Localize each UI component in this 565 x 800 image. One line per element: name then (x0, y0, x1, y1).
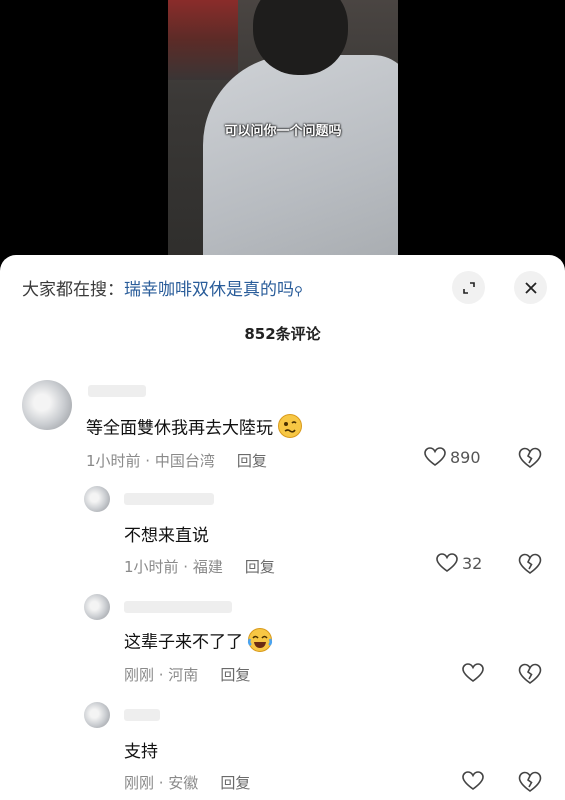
comment-text: 等全面雙休我再去大陸玩 (86, 413, 303, 444)
avatar[interactable] (84, 486, 110, 512)
heart-icon (424, 447, 446, 466)
comment-meta: 刚刚 · 河南 回复 (124, 664, 250, 685)
comment-meta: 1小时前 · 福建 回复 (124, 556, 275, 577)
comment-text-content: 等全面雙休我再去大陸玩 (86, 418, 273, 439)
like-button[interactable]: 32 (436, 553, 482, 573)
comment-time-location: 1小时前 · 福建 (124, 558, 223, 576)
crying-laughing-face-icon (247, 627, 273, 658)
comment-text: 这辈子来不了了 (124, 627, 273, 658)
broken-heart-icon (518, 663, 542, 684)
video-subtitle: 可以问你一个问题吗 (224, 124, 342, 139)
reply-button[interactable]: 回复 (245, 558, 275, 576)
heart-icon (436, 553, 458, 572)
reply-button[interactable]: 回复 (220, 774, 250, 792)
reply-button[interactable]: 回复 (237, 452, 267, 470)
expand-icon (462, 281, 475, 294)
person-shirt (203, 55, 398, 262)
dislike-button[interactable] (518, 553, 542, 579)
trending-search[interactable]: 大家都在搜：瑞幸咖啡双休是真的吗⚲ (22, 275, 303, 300)
avatar[interactable] (84, 594, 110, 620)
comment-count: 852条评论 (244, 325, 321, 343)
comment-text: 不想来直说 (124, 526, 209, 546)
comment-time-location: 刚刚 · 河南 (124, 666, 199, 684)
expand-button[interactable] (452, 271, 485, 304)
woozy-face-icon (277, 413, 303, 444)
dislike-button[interactable] (518, 447, 542, 473)
reply-button[interactable]: 回复 (220, 666, 250, 684)
dislike-button[interactable] (518, 771, 542, 797)
comment-text-content: 这辈子来不了了 (124, 632, 243, 653)
comments-sheet: 大家都在搜：瑞幸咖啡双休是真的吗⚲ 852条评论 等全面雙休我再去大陸玩 1小时… (0, 255, 565, 800)
comment-time-location: 1小时前 · 中国台湾 (86, 452, 215, 470)
broken-heart-icon (518, 553, 542, 574)
close-icon (524, 281, 537, 294)
broken-heart-icon (518, 447, 542, 468)
comment-time-location: 刚刚 · 安徽 (124, 774, 199, 792)
like-button[interactable]: 890 (424, 447, 481, 467)
avatar[interactable] (84, 702, 110, 728)
comment-meta: 刚刚 · 安徽 回复 (124, 772, 250, 793)
heart-icon (462, 663, 484, 682)
background-machine (168, 0, 238, 80)
username-blurred[interactable] (124, 601, 232, 613)
username-blurred[interactable] (124, 709, 160, 721)
video-frame: 可以问你一个问题吗 (168, 0, 398, 262)
avatar[interactable] (22, 380, 72, 430)
trending-search-prefix: 大家都在搜： (22, 280, 124, 300)
magnifier-icon: ⚲ (294, 284, 303, 298)
like-button[interactable] (462, 771, 488, 791)
comment-meta: 1小时前 · 中国台湾 回复 (86, 450, 267, 471)
dislike-button[interactable] (518, 663, 542, 689)
comment-text: 支持 (124, 742, 158, 762)
trending-search-query[interactable]: 瑞幸咖啡双休是真的吗 (124, 280, 294, 300)
like-count: 890 (450, 447, 481, 467)
like-count: 32 (462, 553, 483, 573)
close-button[interactable] (514, 271, 547, 304)
broken-heart-icon (518, 771, 542, 792)
heart-icon (462, 771, 484, 790)
like-button[interactable] (462, 663, 488, 683)
video-player[interactable]: 可以问你一个问题吗 (0, 0, 565, 262)
username-blurred[interactable] (88, 385, 146, 397)
username-blurred[interactable] (124, 493, 214, 505)
